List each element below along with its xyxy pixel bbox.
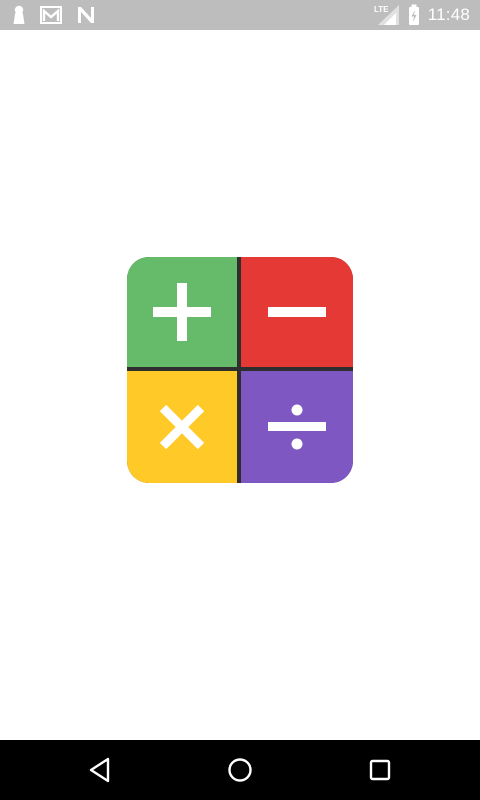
- gmail-icon: [40, 6, 62, 24]
- divide-tile: [241, 371, 353, 483]
- times-tile: [127, 371, 237, 483]
- n-app-icon: [76, 6, 96, 24]
- home-circle-icon: [227, 757, 253, 783]
- plus-tile: [127, 257, 237, 367]
- splash-screen: [0, 30, 480, 740]
- plus-icon: [151, 281, 213, 343]
- back-triangle-icon: [88, 757, 112, 783]
- status-system: LTE 11:48: [374, 0, 470, 30]
- calculator-app-logo: [127, 257, 353, 483]
- network-label: LTE: [374, 5, 389, 14]
- battery-charging-icon: [408, 4, 420, 26]
- back-button[interactable]: [70, 740, 130, 800]
- keyhole-notification-icon: [12, 5, 26, 25]
- minus-icon: [266, 306, 328, 318]
- navigation-bar: [0, 740, 480, 800]
- minus-tile: [241, 257, 353, 367]
- status-time: 11:48: [427, 5, 470, 24]
- times-icon: [157, 402, 207, 452]
- status-notifications: [12, 0, 96, 30]
- lte-signal-icon: LTE: [374, 4, 400, 26]
- recents-square-icon: [369, 759, 391, 781]
- status-bar: LTE 11:48: [0, 0, 480, 30]
- recents-button[interactable]: [350, 740, 410, 800]
- divide-icon: [266, 402, 328, 452]
- home-button[interactable]: [210, 740, 270, 800]
